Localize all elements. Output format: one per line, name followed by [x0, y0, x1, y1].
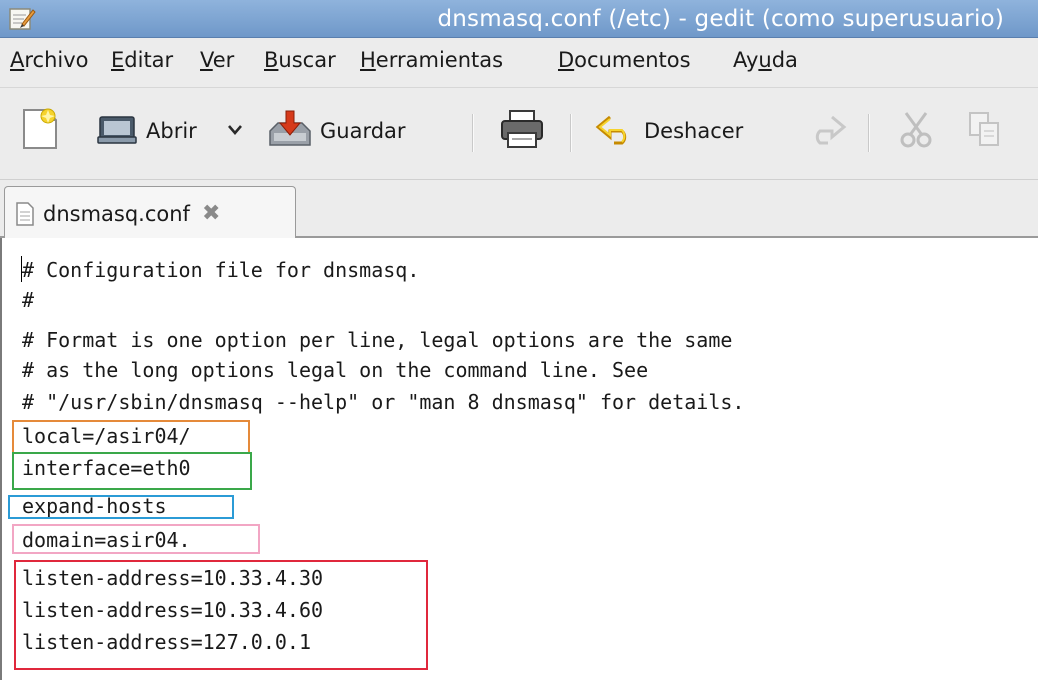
cut-button[interactable]	[896, 106, 936, 156]
menu-documentos[interactable]: Documentos	[558, 48, 691, 72]
toolbar-separator	[868, 114, 870, 152]
code-line: # Configuration file for dnsmasq.	[22, 258, 420, 282]
new-document-icon	[18, 106, 62, 156]
cut-icon	[896, 109, 936, 153]
tab-label: dnsmasq.conf	[43, 201, 190, 226]
save-icon	[268, 109, 312, 153]
open-label: Abrir	[146, 119, 197, 143]
save-label: Guardar	[320, 119, 406, 143]
chevron-down-icon	[226, 122, 244, 141]
window-title: dnsmasq.conf (/etc) - gedit (como superu…	[437, 6, 1004, 32]
open-folder-icon	[96, 111, 138, 151]
save-button[interactable]: Guardar	[268, 106, 406, 156]
new-document-button[interactable]	[18, 106, 62, 156]
document-tabs: dnsmasq.conf ✖	[0, 180, 1038, 240]
menu-bar: Archivo Editar Ver Buscar Herramientas D…	[0, 38, 1038, 88]
menu-ayuda-mnemonic: u	[758, 48, 772, 72]
copy-button[interactable]	[966, 106, 1002, 156]
gedit-app-icon[interactable]	[8, 6, 36, 32]
toolbar-separator	[570, 114, 572, 152]
menu-editar-mnemonic: E	[111, 48, 125, 72]
tab-dnsmasq-conf[interactable]: dnsmasq.conf ✖	[4, 186, 296, 240]
toolbar-separator	[472, 114, 474, 152]
menu-editar[interactable]: Editar	[111, 48, 173, 72]
menu-buscar[interactable]: Buscar	[264, 48, 336, 72]
menu-ayuda[interactable]: Ayuda	[733, 48, 798, 72]
redo-button[interactable]	[806, 106, 848, 156]
title-bar[interactable]: dnsmasq.conf (/etc) - gedit (como superu…	[0, 0, 1038, 38]
text-document-icon	[15, 201, 35, 227]
print-button[interactable]	[500, 106, 544, 156]
highlight-expand-hosts	[8, 495, 234, 519]
highlight-local	[12, 420, 250, 454]
code-line: # as the long options legal on the comma…	[22, 358, 649, 382]
copy-icon	[966, 109, 1002, 153]
close-tab-icon[interactable]: ✖	[202, 201, 220, 226]
menu-buscar-mnemonic: B	[264, 48, 279, 72]
menu-documentos-mnemonic: D	[558, 48, 575, 72]
undo-button[interactable]: Deshacer	[594, 106, 743, 156]
code-line: # "/usr/sbin/dnsmasq --help" or "man 8 d…	[22, 390, 745, 414]
menu-archivo-mnemonic: A	[10, 48, 25, 72]
redo-icon	[806, 111, 848, 151]
undo-icon	[594, 111, 636, 151]
highlight-interface	[12, 452, 252, 490]
menu-herramientas-mnemonic: H	[360, 48, 376, 72]
code-line: # Format is one option per line, legal o…	[22, 328, 733, 352]
menu-archivo[interactable]: Archivo	[10, 48, 89, 72]
toolbar: Abrir Guardar Deshacer	[0, 88, 1038, 180]
text-editor[interactable]: # Configuration file for dnsmasq. # # Fo…	[0, 238, 1038, 680]
menu-herramientas[interactable]: Herramientas	[360, 48, 503, 72]
highlight-domain	[12, 524, 260, 554]
menu-ver-mnemonic: V	[200, 48, 213, 72]
menu-ver[interactable]: Ver	[200, 48, 234, 72]
print-icon	[500, 109, 544, 153]
undo-label: Deshacer	[644, 119, 744, 143]
highlight-listen-address	[14, 560, 428, 670]
code-line: #	[22, 288, 35, 312]
open-button[interactable]: Abrir	[96, 106, 197, 156]
recent-files-dropdown[interactable]	[226, 106, 244, 156]
